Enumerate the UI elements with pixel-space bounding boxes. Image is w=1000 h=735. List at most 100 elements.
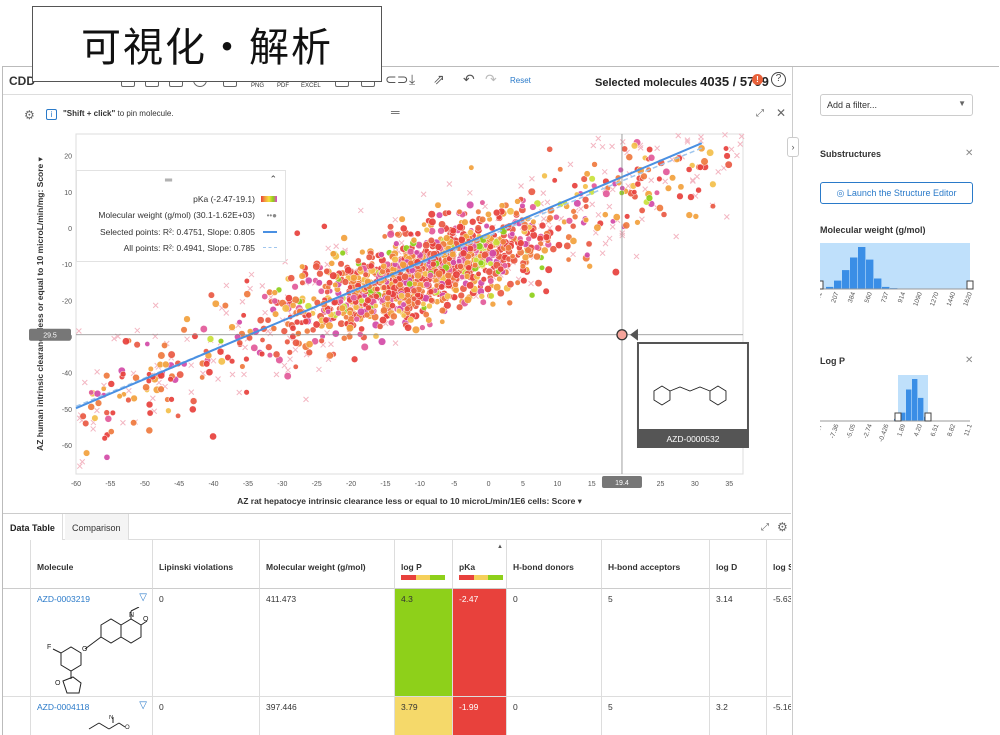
col-pka[interactable]: pKa ▲ [453,540,507,589]
data-point [293,229,301,237]
data-point [394,231,401,238]
row-select-cell[interactable] [3,697,31,735]
table-settings-gear-icon[interactable]: ⚙ [777,520,788,534]
data-point [656,204,664,212]
col-mw[interactable]: Molecular weight (g/mol) [260,540,395,589]
data-point [272,350,281,359]
logp-color-scale [401,575,446,580]
sort-icon[interactable]: ▲ [497,544,503,550]
histogram-tick: 1620 [962,291,974,307]
data-point [546,145,553,153]
expand-icon[interactable]: ⤢ [756,108,764,119]
data-point [471,262,479,269]
x-tick-label: -5 [451,481,457,488]
undo-icon[interactable]: ↶ [463,71,475,88]
tab-comparison[interactable]: Comparison [65,514,129,540]
col-logp[interactable]: log P [395,540,453,589]
pka-cell: -1.99 [453,697,507,735]
data-point [264,316,272,324]
external-link-icon[interactable]: ⇗ [433,71,445,88]
data-point [109,409,116,416]
data-point [280,327,288,335]
select-column-header[interactable] [3,540,31,589]
col-molecule[interactable]: Molecule [31,540,153,589]
data-point [331,329,340,338]
data-point [530,218,537,225]
molecule-link[interactable]: AZD-0004118 [37,702,89,712]
data-point [325,308,332,315]
data-point [116,393,123,400]
histogram-tick: 30.1 [820,291,824,306]
data-point [450,259,457,266]
data-point [228,323,236,331]
help-icon[interactable]: ? [771,72,786,87]
data-point [463,295,472,304]
histogram-tick: 1270 [929,291,941,307]
data-point [695,186,702,194]
col-hbd[interactable]: H-bond donors [507,540,602,589]
data-point [546,214,554,222]
export-pdf-button[interactable]: PDF [277,83,289,89]
histogram-tick: -2.74 [862,423,874,440]
close-icon[interactable]: ✕ [776,106,786,120]
row-select-cell[interactable]: ✓ [3,589,31,697]
export-png-button[interactable]: PNG [251,83,264,89]
data-point [292,363,299,370]
add-filter-select[interactable]: Add a filter... ▼ [820,94,973,116]
x-tick-label: 15 [588,481,596,488]
legend-mw-swatch: ••● [266,211,277,220]
data-point [243,278,250,284]
redo-icon[interactable]: ↷ [485,71,497,88]
remove-substructures-icon[interactable]: ✕ [965,148,973,159]
download-icon[interactable]: ⤓ [409,71,415,88]
histogram-tick: 914 [897,291,907,304]
data-point [645,194,654,202]
mw-histogram[interactable]: 30.1 207 384 560 737 914 1090 1270 1440 1620 [820,243,975,325]
data-point [363,311,371,319]
col-hba[interactable]: H-bond acceptors [602,540,710,589]
col-logs[interactable]: log S [767,540,791,589]
filter-funnel-icon[interactable]: ▽ [139,700,147,711]
legend-collapse-icon[interactable]: ⌃ [269,174,277,185]
data-point [107,428,115,435]
tab-data-table[interactable]: Data Table [3,514,63,540]
warning-badge[interactable]: ! [752,74,763,85]
histogram-handle-right [924,412,932,422]
logp-histogram[interactable]: -9.67 -7.36 -5.05 -2.74 -0.426 1.89 4.20 6.51 8.… [820,375,975,457]
svg-text:N: N [109,715,113,721]
plot-settings-gear-icon[interactable]: ⚙ [24,108,35,122]
data-point [489,301,497,308]
table-expand-icon[interactable]: ⤢ [761,522,769,533]
drag-handle-icon[interactable]: ═ [391,105,400,119]
panel-collapse-icon[interactable]: › [787,137,799,157]
launch-structure-editor-button[interactable]: ◎ Launch the Structure Editor [820,182,973,204]
data-point [493,283,502,292]
tooltip-id: AZD-0000532 [667,434,720,444]
data-point [340,234,348,242]
export-excel-button[interactable]: EXCEL [301,83,321,89]
x-tick-label: -10 [415,481,425,488]
legend-drag-icon[interactable]: ═ [165,175,172,186]
molecule-link[interactable]: AZD-0003219 [37,594,90,604]
data-point [519,263,526,270]
scatter-chart[interactable]: 20100-10-20-30-40-50-60-60-55-50-45-40-3… [3,96,791,511]
logs-cell: -5.16 [767,697,791,735]
link-icon[interactable]: ⊂⊃ [385,71,408,88]
svg-text:O: O [143,616,149,623]
data-point [360,342,369,352]
data-point [434,201,442,209]
remove-logp-icon[interactable]: ✕ [965,355,973,366]
data-point [203,360,211,368]
col-logd[interactable]: log D [710,540,767,589]
reset-link[interactable]: Reset [510,76,531,85]
data-point [243,389,250,396]
data-point [376,323,384,330]
data-point [396,308,403,314]
data-point [221,302,229,310]
filter-funnel-icon[interactable]: ▽ [139,592,147,603]
data-point [284,338,291,345]
data-point [676,192,684,200]
data-point [326,279,334,287]
col-lipinski[interactable]: Lipinski violations [153,540,260,589]
data-point [557,166,564,173]
